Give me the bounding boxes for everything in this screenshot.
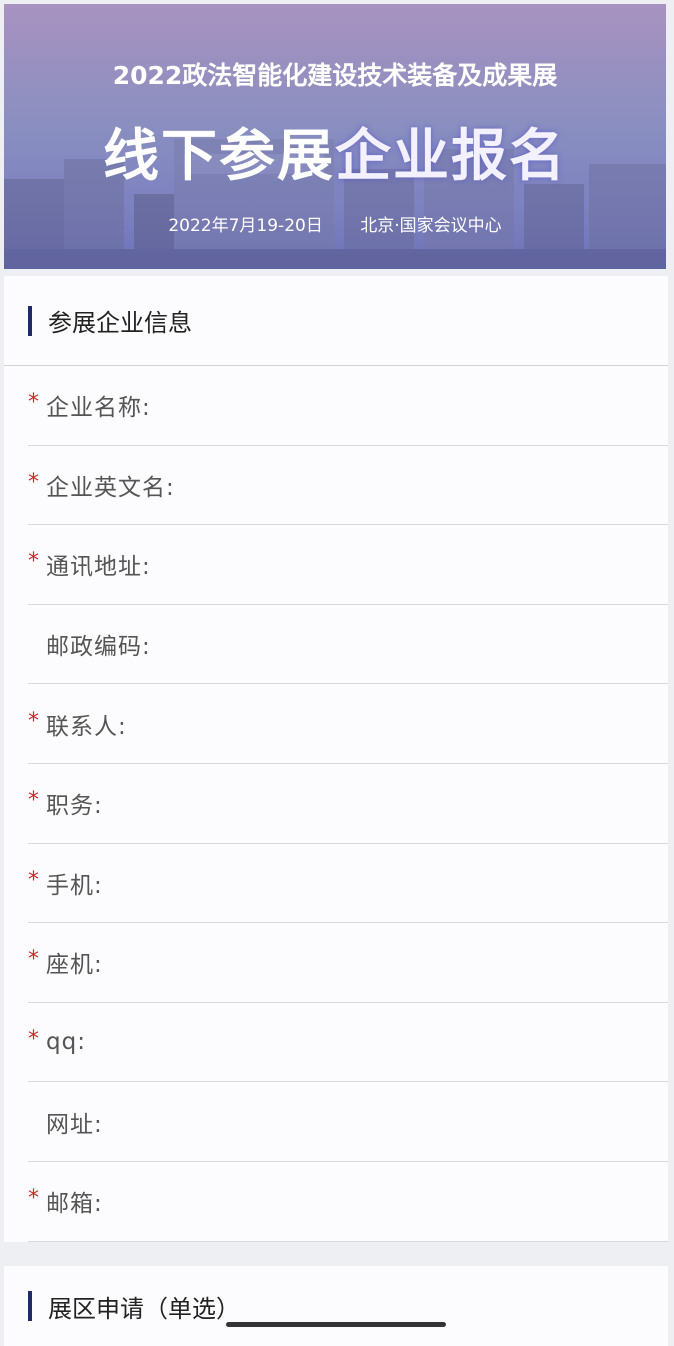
headline-left: 线下参展 [103, 124, 335, 189]
field-label: 职务: [46, 793, 103, 820]
website-field[interactable]: 网址: [28, 1082, 668, 1162]
zone-application-section: 展区申请（单选） [4, 1266, 668, 1346]
address-input[interactable] [188, 543, 648, 586]
banner-headline: 线下参展企业报名 [4, 122, 666, 192]
section-header: 展区申请（单选） [4, 1266, 668, 1346]
qq-input[interactable] [188, 1020, 648, 1064]
contact-person-field[interactable]: * 联系人: [28, 684, 668, 764]
field-label: 手机: [46, 872, 103, 899]
email-field[interactable]: * 邮箱: [28, 1162, 668, 1242]
required-marker: * [28, 1027, 39, 1053]
field-label: 邮政编码: [46, 634, 151, 661]
company-info-section: 参展企业信息 * 企业名称: * 企业英文名: * 通讯地址: 邮政编码: * … [4, 276, 668, 1242]
registration-page: 2022政法智能化建设技术装备及成果展 线下参展企业报名 2022年7月19-2… [0, 0, 674, 1346]
contact-person-input[interactable] [188, 702, 648, 745]
home-indicator[interactable] [226, 1322, 446, 1327]
section-title: 展区申请（单选） [48, 1294, 240, 1323]
mobile-input[interactable] [188, 861, 648, 905]
required-marker: * [28, 947, 39, 973]
section-title: 参展企业信息 [48, 309, 192, 337]
event-title: 2022政法智能化建设技术装备及成果展 [112, 61, 558, 90]
field-label: 联系人: [46, 713, 127, 740]
required-marker: * [28, 708, 39, 734]
field-label: 网址: [46, 1111, 103, 1138]
website-input[interactable] [188, 1100, 648, 1143]
required-marker: * [28, 867, 39, 893]
landline-input[interactable] [188, 941, 648, 984]
section-accent-bar [28, 305, 32, 336]
required-marker: * [28, 1186, 39, 1212]
mobile-field[interactable]: * 手机: [28, 844, 668, 924]
required-marker: * [28, 469, 39, 495]
field-label: 通讯地址: [46, 554, 151, 581]
postal-code-input[interactable] [188, 622, 648, 666]
qq-field[interactable]: * qq: [28, 1003, 668, 1083]
job-title-field[interactable]: * 职务: [28, 764, 668, 844]
company-english-name-input[interactable] [188, 463, 648, 507]
section-header: 参展企业信息 [4, 276, 668, 366]
company-name-input[interactable] [188, 384, 648, 427]
field-label: 企业英文名: [46, 474, 175, 501]
required-marker: * [28, 390, 39, 416]
field-label: 邮箱: [46, 1191, 103, 1218]
event-venue: 北京·国家会议中心 [360, 216, 502, 236]
headline-right: 企业报名 [335, 124, 567, 189]
postal-code-field[interactable]: 邮政编码: [28, 605, 668, 685]
event-meta: 2022年7月19-20日 北京·国家会议中心 [4, 211, 666, 236]
job-title-input[interactable] [188, 781, 648, 825]
company-english-name-field[interactable]: * 企业英文名: [28, 446, 668, 526]
field-label: qq: [46, 1029, 86, 1056]
field-label: 座机: [46, 952, 103, 979]
required-marker: * [28, 549, 39, 575]
event-date: 2022年7月19-20日 [168, 216, 323, 236]
landline-field[interactable]: * 座机: [28, 923, 668, 1003]
field-label: 企业名称: [46, 395, 151, 422]
event-banner: 2022政法智能化建设技术装备及成果展 线下参展企业报名 2022年7月19-2… [4, 4, 666, 269]
address-field[interactable]: * 通讯地址: [28, 525, 668, 605]
company-name-field[interactable]: * 企业名称: [28, 366, 668, 446]
required-marker: * [28, 788, 39, 814]
section-accent-bar [28, 1291, 32, 1321]
email-input[interactable] [188, 1179, 648, 1223]
